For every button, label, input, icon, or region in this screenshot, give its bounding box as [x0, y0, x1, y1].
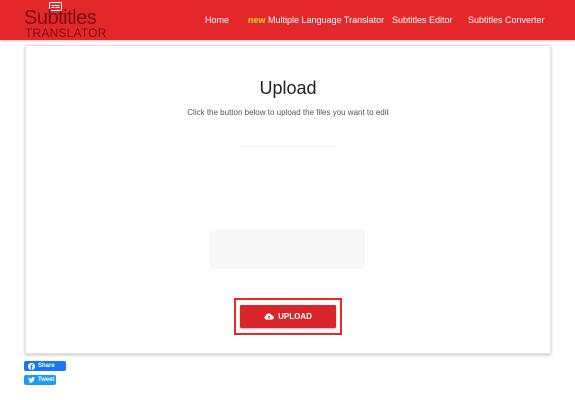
logo-title: Subtitles [24, 7, 97, 29]
upload-button-label: UPLOAD [278, 312, 312, 321]
upload-card: Upload Click the button below to upload … [25, 45, 551, 354]
nav-multiple-language-translator-label: Multiple Language Translator [268, 15, 385, 25]
twitter-icon [28, 377, 35, 383]
upload-instructions: Click the button below to upload the fil… [187, 108, 389, 117]
nav-subtitles-editor[interactable]: Subtitles Editor [392, 0, 453, 40]
share-label: Share [38, 363, 55, 369]
site-logo[interactable]: Subtitles TRANSLATOR [24, 0, 107, 40]
upload-placeholder-area [210, 229, 365, 269]
facebook-icon [28, 362, 35, 370]
facebook-share-button[interactable]: Share [24, 361, 66, 371]
nav-subtitles-converter[interactable]: Subtitles Converter [468, 0, 545, 40]
logo-subtitle: TRANSLATOR [25, 26, 107, 40]
page-title: Upload [259, 78, 317, 98]
divider [240, 146, 336, 147]
upload-button[interactable]: UPLOAD [240, 305, 336, 328]
tweet-label: Tweet [38, 377, 55, 383]
new-badge: new [248, 15, 266, 25]
nav-home[interactable]: Home [205, 0, 229, 40]
twitter-tweet-button[interactable]: Tweet [24, 375, 56, 385]
nav-multiple-language-translator[interactable]: new Multiple Language Translator [248, 0, 384, 40]
cloud-upload-icon [264, 313, 274, 320]
top-navbar: Subtitles TRANSLATOR Home new Multiple L… [0, 0, 575, 40]
